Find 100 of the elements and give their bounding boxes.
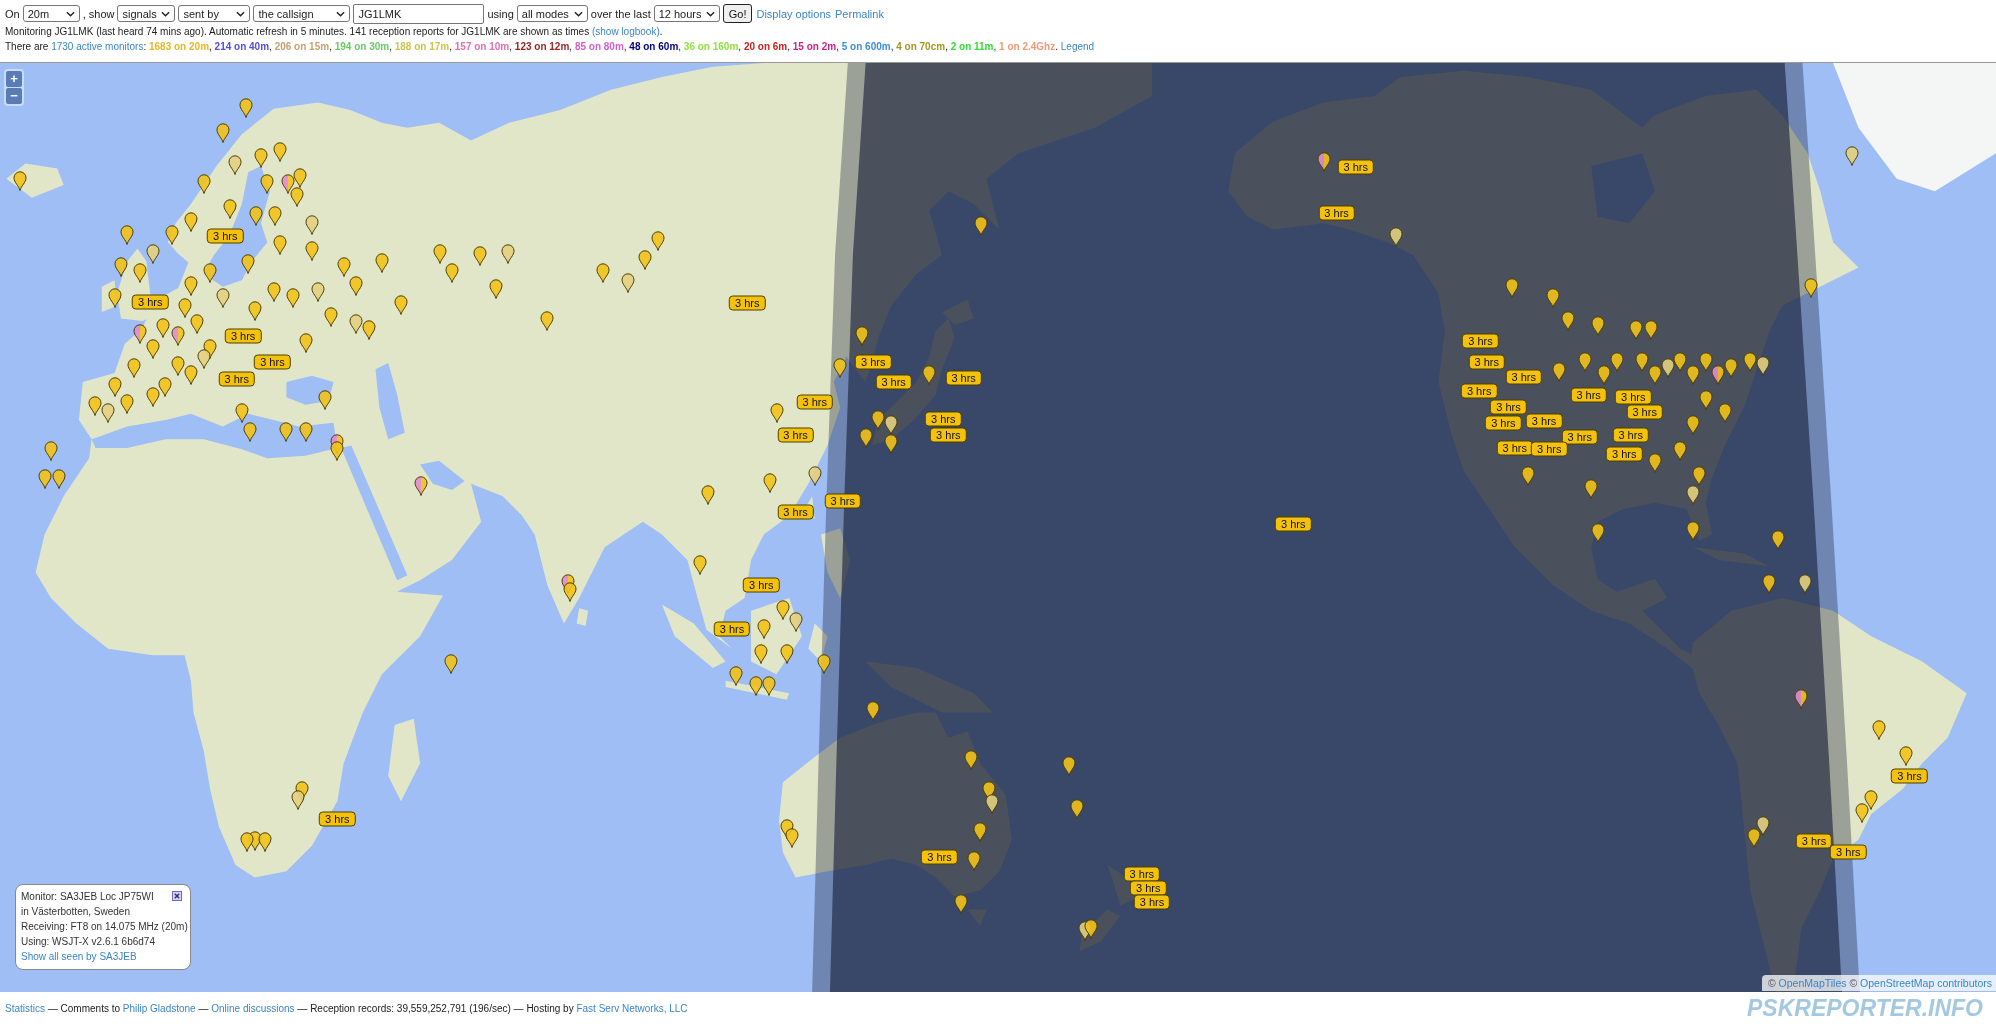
map-pin-icon[interactable]	[393, 294, 408, 315]
map-pin-icon[interactable]	[1898, 745, 1913, 766]
map-pin-icon[interactable]	[1698, 389, 1713, 410]
map-pin-icon[interactable]	[414, 476, 429, 497]
map-pin-icon[interactable]	[145, 243, 160, 264]
map-pin-icon[interactable]	[1762, 574, 1777, 595]
close-icon[interactable]	[172, 891, 182, 901]
map-pin-icon[interactable]	[754, 644, 769, 665]
map-pin-icon[interactable]	[304, 241, 319, 262]
map-pin-icon[interactable]	[323, 307, 338, 328]
header-link[interactable]: Permalink	[835, 7, 884, 20]
map-pin-icon[interactable]	[974, 215, 989, 236]
map-pin-icon[interactable]	[317, 389, 332, 410]
map-pin-icon[interactable]	[183, 212, 198, 232]
map-pin-icon[interactable]	[1724, 358, 1739, 379]
map-pin-icon[interactable]	[1756, 355, 1771, 376]
map-pin-icon[interactable]	[1743, 351, 1758, 372]
map-pin-icon[interactable]	[88, 396, 103, 417]
map-pin-icon[interactable]	[651, 231, 666, 252]
map-pin-icon[interactable]	[833, 358, 848, 379]
map-pin-icon[interactable]	[1698, 351, 1713, 372]
map-pin-icon[interactable]	[120, 224, 135, 245]
map-pin-icon[interactable]	[489, 279, 504, 300]
map-pin-icon[interactable]	[1804, 278, 1819, 299]
map-pin-icon[interactable]	[1686, 364, 1701, 385]
map-pin-icon[interactable]	[1871, 720, 1886, 741]
map-pin-icon[interactable]	[1864, 790, 1879, 811]
map-pin-icon[interactable]	[280, 173, 295, 194]
map-pin-icon[interactable]	[267, 205, 282, 226]
map-pin-icon[interactable]	[1771, 529, 1786, 550]
map-pin-icon[interactable]	[164, 224, 179, 245]
map-pin-icon[interactable]	[1717, 402, 1732, 423]
go-button[interactable]: Go!	[722, 4, 753, 23]
map-pin-icon[interactable]	[871, 410, 886, 431]
map-pin-icon[interactable]	[1747, 828, 1762, 849]
map-pin-icon[interactable]	[203, 262, 218, 283]
map-pin-icon[interactable]	[107, 377, 122, 398]
map-pin-icon[interactable]	[1577, 351, 1592, 372]
map-pin-icon[interactable]	[816, 654, 831, 675]
map-pin-icon[interactable]	[155, 317, 170, 338]
map-pin-icon[interactable]	[266, 281, 281, 302]
map-pin-icon[interactable]	[196, 173, 211, 194]
map-pin-icon[interactable]	[638, 250, 653, 271]
map-pin-icon[interactable]	[444, 262, 459, 283]
map-pin-icon[interactable]	[1845, 145, 1860, 166]
map-pin-icon[interactable]	[1673, 440, 1688, 461]
map-pin-icon[interactable]	[1596, 364, 1611, 385]
map-pin-icon[interactable]	[1756, 815, 1771, 836]
zoom-out-button[interactable]: −	[6, 88, 22, 104]
map-pin-icon[interactable]	[101, 402, 116, 423]
map-pin-icon[interactable]	[43, 440, 58, 461]
map-pin-icon[interactable]	[171, 326, 186, 347]
map-pin-icon[interactable]	[1794, 688, 1809, 709]
dropdown[interactable]: the callsign	[253, 5, 351, 22]
map-pin-icon[interactable]	[298, 332, 313, 353]
map-pin-icon[interactable]	[500, 243, 515, 264]
map-pin-icon[interactable]	[1546, 288, 1560, 309]
map-pin-icon[interactable]	[964, 749, 979, 770]
callsign-field[interactable]: JG1LMK	[353, 3, 485, 24]
map-pin-icon[interactable]	[807, 466, 822, 487]
map-pin-icon[interactable]	[779, 644, 794, 665]
map-pin-icon[interactable]	[1083, 918, 1098, 939]
map-pin-icon[interactable]	[756, 618, 771, 639]
map-pin-icon[interactable]	[1552, 362, 1567, 382]
header-link[interactable]: Display options	[756, 7, 832, 20]
map-pin-icon[interactable]	[273, 142, 288, 163]
map-pin-icon[interactable]	[330, 440, 345, 461]
map-pin-icon[interactable]	[443, 654, 458, 675]
map-pin-icon[interactable]	[238, 97, 253, 118]
footer-link[interactable]: Statistics	[5, 1002, 45, 1014]
map-pin-icon[interactable]	[858, 428, 873, 449]
map-pin-icon[interactable]	[1644, 320, 1658, 341]
map-pin-icon[interactable]	[1673, 351, 1688, 372]
map-pin-icon[interactable]	[1590, 316, 1605, 337]
map-pin-icon[interactable]	[1505, 278, 1520, 299]
map-pin-icon[interactable]	[145, 339, 160, 360]
dropdown[interactable]: all modes	[516, 5, 588, 22]
map-pin-icon[interactable]	[728, 665, 743, 686]
map-pin-icon[interactable]	[1647, 453, 1662, 474]
attribution-link[interactable]: OpenMapTiles	[1778, 977, 1847, 989]
map-pin-icon[interactable]	[1316, 152, 1331, 173]
show-all-link[interactable]: Show all seen by SA3JEB	[21, 951, 137, 962]
map-pin-icon[interactable]	[540, 311, 555, 332]
map-pin-icon[interactable]	[13, 171, 28, 192]
dropdown[interactable]: 12 hours	[653, 5, 720, 22]
map-pin-icon[interactable]	[1855, 802, 1870, 823]
map-pin-icon[interactable]	[51, 468, 66, 489]
map-pin-icon[interactable]	[1069, 799, 1084, 820]
map-pin-icon[interactable]	[234, 402, 249, 423]
dropdown[interactable]: signals	[117, 5, 176, 22]
zoom-in-button[interactable]: +	[6, 71, 22, 87]
map-pin-icon[interactable]	[563, 581, 578, 602]
map-pin-icon[interactable]	[700, 485, 715, 506]
map-pin-icon[interactable]	[763, 472, 778, 493]
map-pin-icon[interactable]	[884, 415, 899, 436]
map-pin-icon[interactable]	[242, 421, 257, 442]
map-pin-icon[interactable]	[260, 173, 275, 194]
map-pin-icon[interactable]	[290, 790, 305, 811]
dropdown[interactable]: sent by	[178, 5, 251, 22]
map-pin-icon[interactable]	[171, 355, 186, 376]
